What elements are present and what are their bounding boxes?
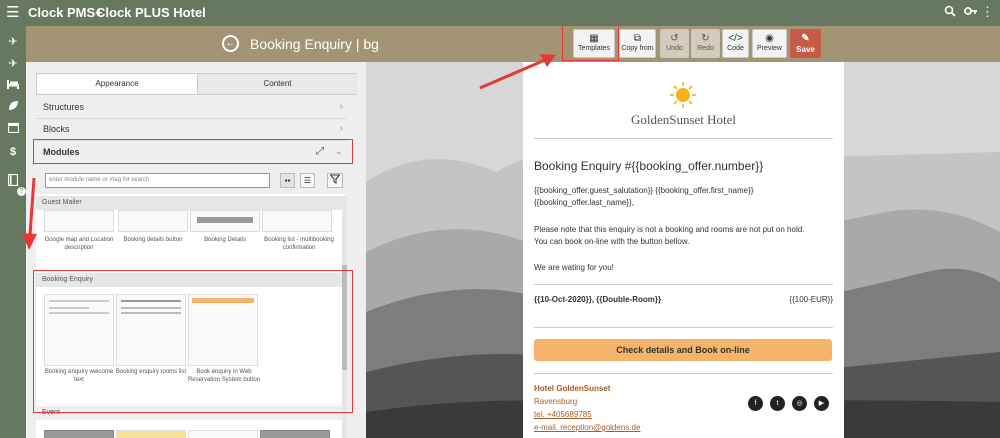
side-navigation: ✈ ✈ $ ? <box>0 26 26 438</box>
page-title: Booking Enquiry | bg <box>250 36 379 52</box>
code-button[interactable]: </> Code <box>722 29 749 58</box>
modules-highlight-box <box>33 139 353 164</box>
undo-icon: ↺ <box>670 33 679 44</box>
footer-email-link[interactable]: e-mail. reception@goldens.de <box>534 423 640 432</box>
instagram-icon[interactable]: ◎ <box>792 396 807 411</box>
tab-appearance[interactable]: Appearance <box>37 74 197 94</box>
module-thumbnail[interactable] <box>118 210 188 232</box>
redo-button[interactable]: ↻ Redo <box>691 29 720 58</box>
module-caption: Booking details button <box>123 237 183 243</box>
plane-arrival-icon[interactable]: ✈ <box>4 34 22 50</box>
dollar-icon[interactable]: $ <box>4 144 22 160</box>
divider <box>534 284 833 285</box>
facebook-icon[interactable]: f <box>748 396 763 411</box>
copy-icon: ⧉ <box>633 33 642 44</box>
filter-icon[interactable] <box>327 173 343 188</box>
module-thumbnail[interactable] <box>116 430 186 438</box>
section-guest-mailer: Guest Mailer <box>36 196 345 210</box>
code-icon: </> <box>728 33 743 44</box>
undo-label: Undo <box>666 45 683 52</box>
room-price: {{100-EUR}} <box>789 295 833 304</box>
hotel-name[interactable]: Clock PLUS Hotel <box>96 5 206 20</box>
help-icon[interactable]: ? <box>17 187 26 196</box>
copy-from-button[interactable]: ⧉ Copy from <box>619 29 656 58</box>
chevron-right-icon: › <box>339 101 343 112</box>
more-vertical-icon[interactable]: ⋮ <box>981 4 994 20</box>
eye-icon: ◉ <box>765 33 774 44</box>
sun-logo-icon <box>670 82 696 108</box>
blocks-row[interactable]: Blocks › <box>36 119 346 141</box>
preview-label: Preview <box>757 45 782 52</box>
module-caption: Google map and Location description <box>44 237 114 251</box>
module-thumbnail[interactable] <box>262 210 332 232</box>
module-thumbnail[interactable] <box>44 430 114 438</box>
module-caption: Booking Details <box>204 237 246 243</box>
logo-text: GoldenSunset Hotel <box>630 112 737 127</box>
save-label: Save <box>796 45 815 54</box>
note-line-1: Please note that this enquiry is not a b… <box>534 225 805 234</box>
chevron-right-icon: › <box>339 123 343 134</box>
bed-icon[interactable] <box>4 78 22 94</box>
footer-phone-link[interactable]: tel. +405689785 <box>534 410 592 419</box>
templates-highlight-box <box>562 25 619 61</box>
app-brand: Clock PMS+ <box>28 5 103 20</box>
book-online-button[interactable]: Check details and Book on-line <box>534 339 832 361</box>
email-preview: GoldenSunset Hotel Booking Enquiry #{{bo… <box>523 62 844 438</box>
module-caption: Booking list - multibooking confirmation <box>264 237 334 251</box>
divider <box>534 373 833 374</box>
list-view-icon[interactable]: ☰ <box>300 173 315 188</box>
grid-view-icon[interactable]: ▪▪ <box>280 173 295 188</box>
copy-from-label: Copy from <box>621 45 654 52</box>
pen-icon: ✎ <box>801 33 810 44</box>
module-thumbnail[interactable] <box>260 430 330 438</box>
module-thumbnail[interactable] <box>44 210 114 232</box>
divider <box>534 327 833 328</box>
redo-label: Redo <box>697 45 714 52</box>
booking-enquiry-highlight-box <box>33 270 353 413</box>
undo-button[interactable]: ↺ Undo <box>660 29 689 58</box>
footer-city: Ravensburg <box>534 397 578 406</box>
structures-label: Structures <box>43 102 85 112</box>
back-arrow-icon[interactable]: ← <box>222 35 239 52</box>
room-line: {{10-Oct-2020}}, {{Double-Room}} <box>534 295 662 304</box>
calendar-icon[interactable] <box>4 122 22 138</box>
salutation-line-1: {{booking_offer.guest_salutation}} {{boo… <box>534 186 754 195</box>
hamburger-menu-icon[interactable]: ☰ <box>6 5 19 20</box>
salutation-line-2: {{booking_offer.last_name}}, <box>534 198 634 207</box>
twitter-icon[interactable]: t <box>770 396 785 411</box>
thumbnail-bar <box>197 217 253 223</box>
structures-row[interactable]: Structures › <box>36 97 346 119</box>
editor-header: ← Booking Enquiry | bg <box>26 26 1000 62</box>
redo-icon: ↻ <box>701 33 710 44</box>
key-icon[interactable] <box>964 5 978 20</box>
tab-content[interactable]: Content <box>197 74 357 94</box>
youtube-icon[interactable]: ▶ <box>814 396 829 411</box>
divider <box>534 138 833 139</box>
module-search-input[interactable]: enter module name or #tag for search <box>45 173 270 188</box>
preview-button[interactable]: ◉ Preview <box>752 29 787 58</box>
footer-hotel-name: Hotel GoldenSunset <box>534 384 611 393</box>
leaf-icon[interactable] <box>4 100 22 116</box>
code-label: Code <box>727 45 744 52</box>
search-icon[interactable] <box>944 5 956 20</box>
top-bar: ☰ Clock PMS+ Clock PLUS Hotel ⋮ <box>0 0 1000 26</box>
module-thumbnail[interactable] <box>190 210 260 232</box>
module-thumbnail[interactable] <box>188 430 258 438</box>
note-line-2: You can book on-line with the button bel… <box>534 237 690 246</box>
blocks-label: Blocks <box>43 124 70 134</box>
plane-departure-icon[interactable]: ✈ <box>4 56 22 72</box>
save-button[interactable]: ✎ Save <box>790 29 821 58</box>
waiting-text: We are wating for you! <box>534 263 614 272</box>
email-title: Booking Enquiry #{{booking_offer.number}… <box>534 159 764 173</box>
panel-tabs: Appearance Content <box>36 73 357 95</box>
